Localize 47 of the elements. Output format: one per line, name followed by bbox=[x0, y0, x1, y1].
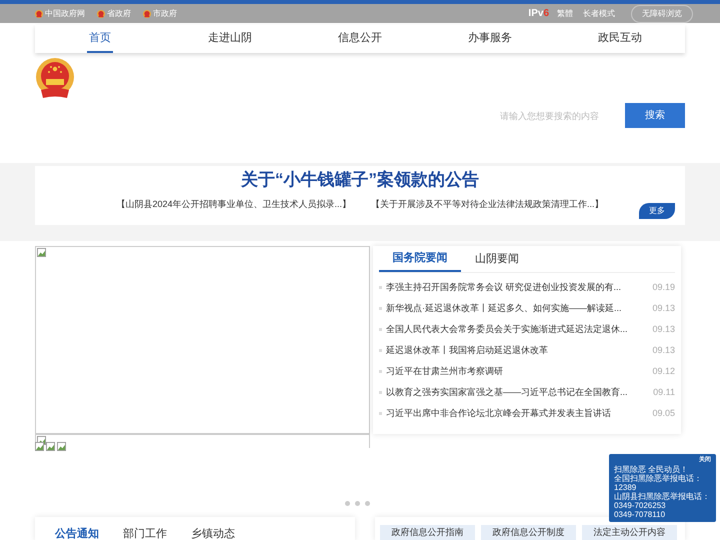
news-date: 09.13 bbox=[651, 302, 675, 315]
news-date: 09.13 bbox=[651, 344, 675, 357]
emblem-icon bbox=[143, 10, 151, 18]
news-tab[interactable]: 国务院要闻 bbox=[379, 246, 461, 272]
notice-tab[interactable]: 乡镇动态 bbox=[191, 527, 235, 540]
news-link[interactable]: 新华视点·延迟退休改革丨延迟多久、如何实施——解读延... bbox=[386, 302, 647, 316]
broken-image-icon bbox=[57, 442, 66, 451]
popup-text: 扫黑除恶 全民动员！ bbox=[614, 465, 690, 474]
nav-tab[interactable]: 信息公开 bbox=[336, 25, 384, 53]
more-button[interactable]: 更多 bbox=[639, 203, 675, 219]
nav-tab[interactable]: 政民互动 bbox=[596, 25, 644, 53]
news-link[interactable]: 全国人民代表大会常务委员会关于实施渐进式延迟法定退休... bbox=[386, 322, 647, 336]
news-link[interactable]: 习近平在甘肃兰州市考察调研 bbox=[386, 364, 647, 378]
emblem-icon bbox=[35, 10, 43, 18]
notice-tab[interactable]: 部门工作 bbox=[123, 527, 167, 540]
news-link[interactable]: 习近平出席中非合作论坛北京峰会开幕式并发表主旨讲话 bbox=[386, 406, 647, 420]
headline-link[interactable]: 【山阴县2024年公开招聘事业单位、卫生技术人员拟录...】 bbox=[116, 198, 351, 212]
broken-image-icon bbox=[46, 442, 55, 451]
news-date: 09.11 bbox=[652, 386, 675, 399]
broken-image-icon bbox=[35, 442, 44, 451]
popup-text: 0349-7078110 bbox=[614, 510, 666, 519]
news-link[interactable]: 李强主持召开国务院常务会议 研究促进创业投资发展的有... bbox=[386, 280, 647, 294]
news-date: 09.19 bbox=[651, 280, 675, 294]
popup-text: 0349-7026253 bbox=[614, 501, 667, 510]
info-link-button[interactable]: 政府信息公开制度 bbox=[481, 525, 576, 540]
ipv6-label: IPv6 bbox=[528, 7, 549, 21]
news-date: 09.05 bbox=[651, 406, 675, 420]
news-date: 09.12 bbox=[651, 364, 675, 378]
nav-tab[interactable]: 首页 bbox=[87, 25, 113, 53]
news-link[interactable]: 以教育之强夯实国家富强之基——习近平总书记在全国教育... bbox=[386, 386, 647, 400]
news-link[interactable]: 延迟退休改革丨我国将启动延迟退休改革 bbox=[386, 344, 647, 358]
national-emblem-icon bbox=[35, 58, 75, 100]
headline-title[interactable]: 关于“小牛钱罐子”案领款的公告 bbox=[241, 168, 479, 192]
popup-text: 全国扫黑除恶举报电话： bbox=[614, 474, 703, 483]
nav-tab[interactable]: 走进山阴 bbox=[206, 25, 254, 53]
emblem-icon bbox=[97, 10, 105, 18]
nav-tab[interactable]: 办事服务 bbox=[466, 25, 514, 53]
news-tab[interactable]: 山阴要闻 bbox=[461, 246, 533, 272]
news-date: 09.13 bbox=[651, 322, 675, 336]
headline-link[interactable]: 【关于开展涉及不平等对待企业法律法规政策清理工作...】 bbox=[371, 198, 604, 212]
popup-text: 山阴县扫黑除恶举报电话： bbox=[614, 492, 711, 501]
info-link-button[interactable]: 法定主动公开内容 bbox=[582, 525, 677, 540]
search-button[interactable]: 搜索 bbox=[625, 103, 685, 128]
info-link-button[interactable]: 政府信息公开指南 bbox=[380, 525, 475, 540]
popup-text: 12389 bbox=[614, 483, 638, 492]
broken-image-icon bbox=[37, 248, 46, 257]
notice-tab[interactable]: 公告通知 bbox=[55, 527, 99, 540]
